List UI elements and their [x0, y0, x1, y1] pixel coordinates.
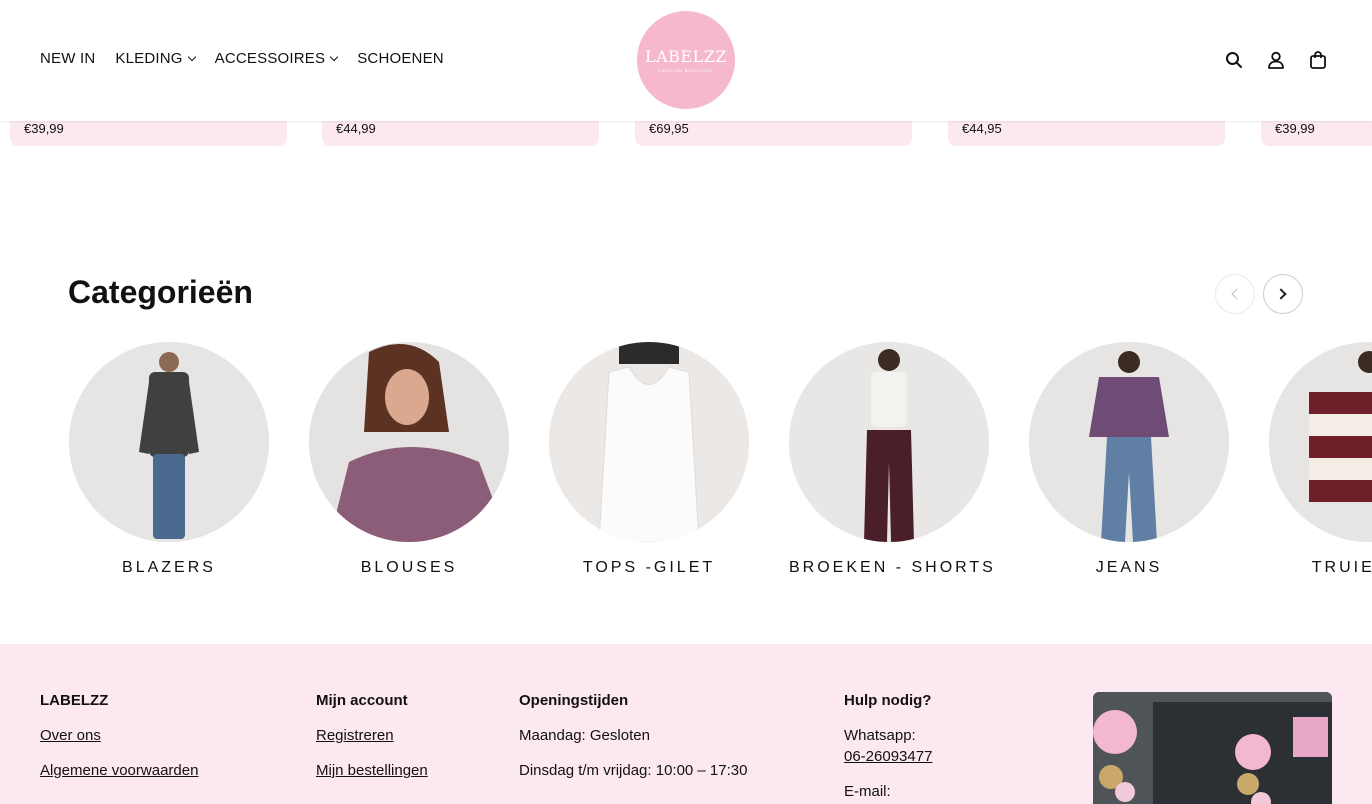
email-label: E-mail: — [844, 783, 891, 800]
category-carousel: BLAZERS BLOUSES TOPS -GILET BROEKEN - SH… — [69, 342, 1372, 592]
nav-item-label: SCHOENEN — [357, 50, 444, 67]
carousel-prev-button[interactable] — [1215, 274, 1255, 314]
footer-heading: Openingstijden — [519, 692, 629, 709]
product-price: €44,95 — [962, 121, 1002, 136]
product-price: €39,99 — [24, 121, 64, 136]
footer-col-openingstijden: Openingstijden Maandag: Gesloten Dinsdag… — [519, 692, 747, 797]
logo-text: LABELZZ — [645, 47, 727, 66]
main-nav: NEW IN KLEDING ACCESSOIRES SCHOENEN — [40, 50, 444, 67]
footer-link-registreren[interactable]: Registreren — [316, 727, 428, 744]
account-icon[interactable] — [1266, 50, 1286, 70]
search-icon[interactable] — [1224, 50, 1244, 70]
category-item[interactable]: BROEKEN - SHORTS — [789, 342, 996, 577]
footer-col-labelzz: LABELZZ Over ons Algemene voorwaarden — [40, 692, 198, 797]
footer-heading: Hulp nodig? — [844, 692, 932, 709]
footer-heading: Mijn account — [316, 692, 408, 709]
category-image[interactable] — [789, 342, 989, 542]
site-footer: LABELZZ Over ons Algemene voorwaarden Mi… — [0, 644, 1372, 804]
site-header: NEW IN KLEDING ACCESSOIRES SCHOENEN LABE… — [0, 0, 1372, 121]
category-item[interactable]: BLOUSES — [309, 342, 509, 577]
whatsapp-number-link[interactable]: 06-26093477 — [844, 748, 932, 765]
nav-item-accessoires[interactable]: ACCESSOIRES — [214, 50, 339, 67]
carousel-next-button[interactable] — [1263, 274, 1303, 314]
nav-item-label: NEW IN — [40, 50, 96, 67]
category-item[interactable]: BLAZERS — [69, 342, 269, 577]
category-label: JEANS — [1095, 559, 1163, 576]
nav-item-label: ACCESSOIRES — [214, 50, 326, 67]
nav-item-kleding[interactable]: KLEDING — [115, 50, 196, 67]
category-item[interactable]: TRUIEN - S — [1269, 342, 1372, 577]
category-label: TRUIEN - S — [1311, 559, 1372, 576]
chevron-right-icon — [1275, 288, 1287, 300]
header-icons — [1224, 50, 1328, 70]
category-label: BROEKEN - SHORTS — [789, 559, 996, 576]
store-photo — [1093, 692, 1332, 804]
nav-item-schoenen[interactable]: SCHOENEN — [357, 50, 444, 67]
category-image[interactable] — [309, 342, 509, 542]
opening-hours-line: Dinsdag t/m vrijdag: 10:00 – 17:30 — [519, 762, 748, 779]
footer-col-account: Mijn account Registreren Mijn bestelling… — [316, 692, 428, 797]
site-logo[interactable]: LABELZZ FASHION BOUTIQUE — [637, 11, 735, 109]
product-price: €39,99 — [1275, 121, 1315, 136]
category-image[interactable] — [549, 342, 749, 542]
footer-link-voorwaarden[interactable]: Algemene voorwaarden — [40, 762, 198, 779]
nav-item-label: KLEDING — [115, 50, 183, 67]
footer-heading: LABELZZ — [40, 692, 109, 709]
chevron-left-icon — [1231, 288, 1243, 300]
category-label: BLAZERS — [122, 559, 216, 576]
category-label: TOPS -GILET — [582, 559, 716, 576]
product-price: €44,99 — [336, 121, 376, 136]
chevron-down-icon — [329, 52, 339, 62]
bag-icon[interactable] — [1308, 50, 1328, 70]
footer-col-help: Hulp nodig? Whatsapp: 06-26093477 E-mail… — [844, 692, 932, 804]
category-image[interactable] — [1029, 342, 1229, 542]
chevron-down-icon — [187, 52, 196, 62]
footer-link-over-ons[interactable]: Over ons — [40, 727, 198, 744]
category-item[interactable]: TOPS -GILET — [549, 342, 749, 577]
category-image[interactable] — [69, 342, 269, 542]
category-item[interactable]: JEANS — [1029, 342, 1229, 577]
footer-link-bestellingen[interactable]: Mijn bestellingen — [316, 762, 428, 779]
whatsapp-label: Whatsapp: — [844, 727, 916, 744]
category-label: BLOUSES — [360, 559, 458, 576]
page: €39,99 €44,99 €69,95 €44,95 €39,99 NEW I… — [0, 0, 1372, 804]
product-price: €69,95 — [649, 121, 689, 136]
categories-title: Categorieën — [68, 274, 253, 310]
category-image[interactable] — [1269, 342, 1372, 542]
opening-hours-line: Maandag: Gesloten — [519, 727, 650, 744]
logo-subtext: FASHION BOUTIQUE — [658, 68, 714, 73]
nav-item-new-in[interactable]: NEW IN — [40, 50, 95, 67]
